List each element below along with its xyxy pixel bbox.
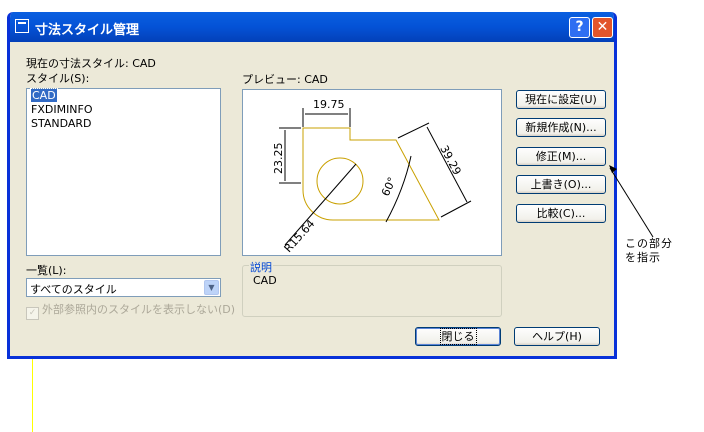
chevron-down-icon[interactable]: ▼ bbox=[204, 280, 219, 295]
close-button[interactable]: 閉じる bbox=[415, 327, 501, 346]
list-filter-select[interactable]: すべてのスタイル ▼ bbox=[26, 278, 221, 297]
compare-button[interactable]: 比較(C)... bbox=[516, 204, 606, 223]
dimension-style-manager-dialog: 寸法スタイル管理 ? ✕ 現在の寸法スタイル: CAD スタイル(S): CAD… bbox=[7, 12, 617, 359]
set-current-button[interactable]: 現在に設定(U) bbox=[516, 90, 606, 109]
dim-right: 39.29 bbox=[437, 143, 463, 177]
current-style-label: 現在の寸法スタイル: CAD bbox=[26, 57, 156, 70]
dim-radius: R15.64 bbox=[282, 217, 318, 255]
window-title: 寸法スタイル管理 bbox=[35, 23, 140, 38]
preview-hole bbox=[316, 157, 364, 205]
app-icon bbox=[15, 19, 29, 33]
annotation-line-1: この部分 bbox=[625, 237, 673, 250]
xref-checkbox-label: 外部参照内のスタイルを表示しない(D) bbox=[42, 303, 236, 316]
dim-top: 19.75 bbox=[313, 98, 345, 111]
new-button[interactable]: 新規作成(N)... bbox=[516, 118, 606, 137]
list-item[interactable]: CAD bbox=[27, 88, 220, 103]
description-group: 説明 CAD bbox=[242, 259, 502, 317]
style-list[interactable]: CAD FXDIMINFO STANDARD bbox=[26, 88, 221, 256]
description-text: CAD bbox=[253, 274, 277, 287]
styles-label: スタイル(S): bbox=[26, 72, 90, 85]
list-item[interactable]: STANDARD bbox=[27, 117, 220, 131]
modify-button[interactable]: 修正(M)... bbox=[516, 147, 606, 166]
help-icon[interactable]: ? bbox=[569, 17, 590, 38]
checkbox-icon: ✓ bbox=[26, 307, 39, 320]
preview-part-outline bbox=[302, 127, 440, 221]
annotation-line-2: を指示 bbox=[625, 251, 661, 264]
override-button[interactable]: 上書き(O)... bbox=[516, 175, 606, 194]
list-filter-value: すべてのスタイル bbox=[30, 283, 117, 296]
list-filter-label: 一覧(L): bbox=[26, 264, 67, 277]
preview-label: プレビュー: CAD bbox=[242, 73, 328, 86]
title-bar: 寸法スタイル管理 ? ✕ bbox=[10, 12, 614, 42]
description-legend: 説明 bbox=[249, 259, 273, 275]
dim-left: 23.25 bbox=[272, 143, 285, 175]
xref-checkbox[interactable]: ✓ 外部参照内のスタイルを表示しない(D) bbox=[26, 301, 235, 320]
list-item[interactable]: FXDIMINFO bbox=[27, 103, 220, 117]
close-icon[interactable]: ✕ bbox=[592, 17, 613, 38]
preview-drawing: 19.75 23.25 39.29 60° R15.64 bbox=[272, 98, 472, 255]
dim-angle: 60° bbox=[379, 175, 399, 198]
close-button-label: 閉じる bbox=[439, 328, 477, 345]
help-button[interactable]: ヘルプ(H) bbox=[514, 327, 600, 346]
style-preview: 19.75 23.25 39.29 60° R15.64 bbox=[242, 89, 502, 256]
annotation-text: この部分 を指示 bbox=[625, 237, 673, 265]
